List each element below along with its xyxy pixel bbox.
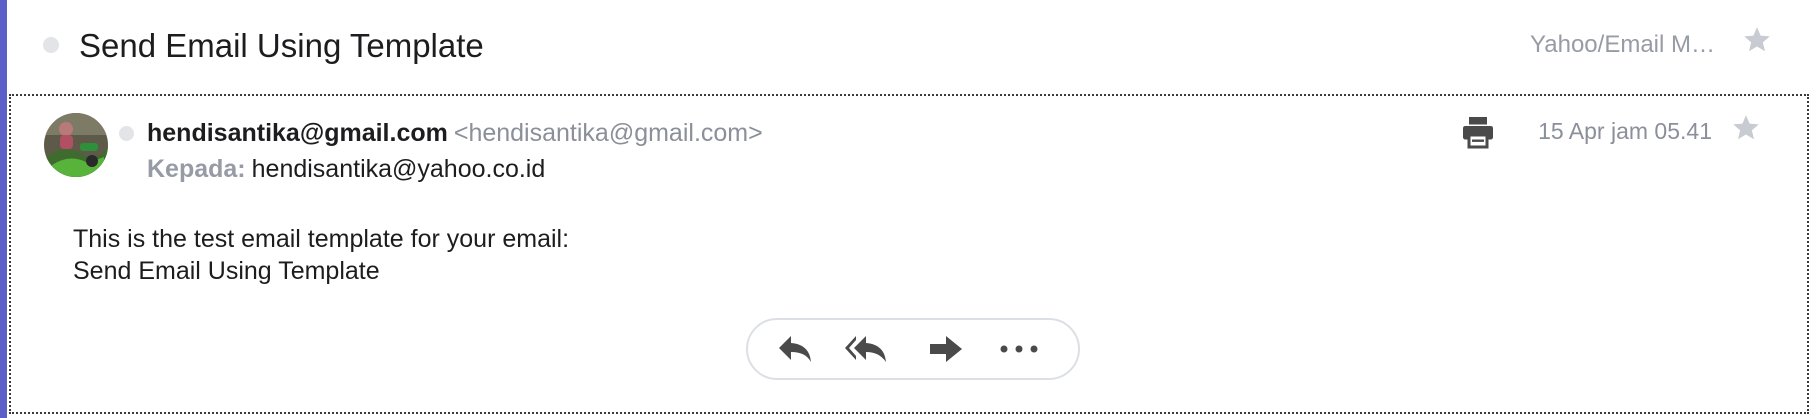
reply-icon — [777, 334, 813, 364]
more-button[interactable] — [999, 330, 1039, 368]
recipient-email[interactable]: hendisantika@yahoo.co.id — [252, 155, 546, 183]
sender-name[interactable]: hendisantika@gmail.com — [147, 119, 448, 147]
message-body: This is the test email template for your… — [73, 223, 569, 287]
recipient-label: Kepada: — [147, 155, 246, 183]
print-icon[interactable] — [1460, 114, 1496, 150]
more-icon — [999, 344, 1039, 354]
forward-icon — [928, 334, 964, 364]
reply-button[interactable] — [775, 330, 815, 368]
reply-all-button[interactable] — [844, 330, 888, 368]
left-accent-bar — [0, 0, 7, 418]
thread-star-icon[interactable] — [1742, 25, 1772, 55]
recipient-line: Kepada: hendisantika@yahoo.co.id — [147, 153, 545, 185]
sender-line: hendisantika@gmail.com <hendisantika@gmai… — [147, 117, 763, 149]
email-reader: Send Email Using Template Yahoo/Email M…… — [0, 0, 1818, 418]
message-body-line: This is the test email template for your… — [73, 225, 570, 253]
message-body-line: Send Email Using Template — [73, 257, 380, 285]
message-star-icon[interactable] — [1731, 113, 1761, 143]
forward-button[interactable] — [926, 330, 966, 368]
avatar[interactable] — [44, 113, 108, 177]
reply-all-icon — [844, 334, 888, 364]
thread-subject: Send Email Using Template — [79, 27, 484, 64]
thread-header: Send Email Using Template Yahoo/Email M… — [7, 0, 1818, 92]
message-date: 15 Apr jam 05.41 — [1538, 118, 1712, 144]
folder-label[interactable]: Yahoo/Email M… — [1530, 30, 1715, 60]
message-action-bar — [746, 318, 1080, 380]
message-read-status-dot[interactable] — [119, 126, 134, 141]
thread-read-status-dot[interactable] — [43, 37, 59, 53]
message-card: hendisantika@gmail.com <hendisantika@gmai… — [9, 94, 1809, 414]
sender-email: <hendisantika@gmail.com> — [453, 119, 763, 147]
